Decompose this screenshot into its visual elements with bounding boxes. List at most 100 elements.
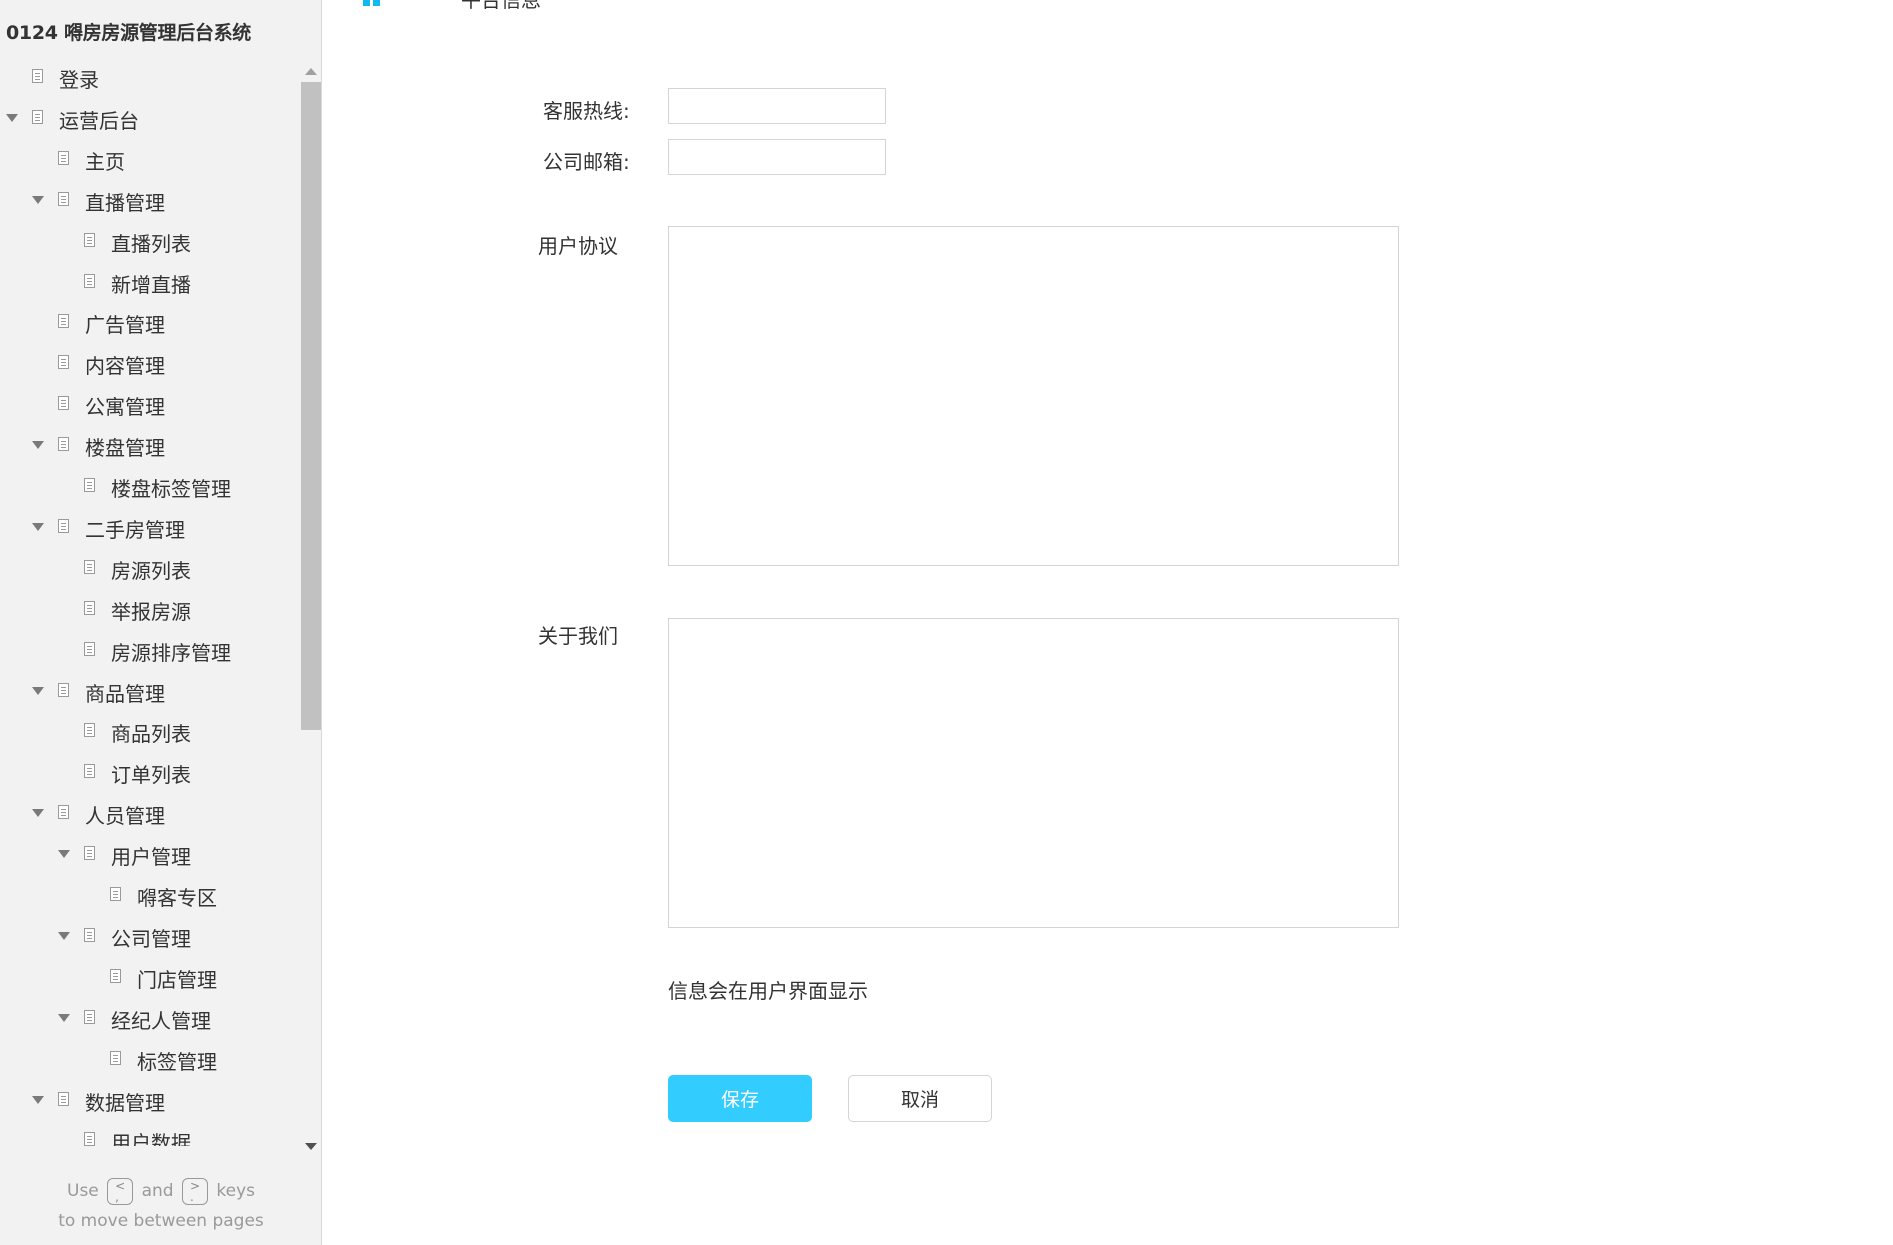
sidebar-item-label: 公司管理	[111, 926, 191, 951]
sidebar-item[interactable]: 广告管理	[0, 307, 300, 337]
expand-arrow-icon[interactable]	[32, 686, 44, 695]
expand-arrow-icon[interactable]	[32, 1095, 44, 1104]
sidebar-item[interactable]: 用户管理	[0, 839, 300, 869]
hint-and: and	[141, 1181, 174, 1201]
sidebar-item[interactable]: 人员管理	[0, 798, 300, 828]
nav-tree: 登录运营后台主页直播管理直播列表新增直播广告管理内容管理公寓管理楼盘管理楼盘标签…	[0, 56, 300, 1146]
sidebar-item-label: 商品列表	[111, 722, 191, 747]
expand-arrow-icon[interactable]	[58, 850, 70, 859]
hotline-label: 客服热线:	[543, 99, 630, 123]
page-title: 平台信息	[461, 0, 541, 12]
sidebar-item[interactable]: 公寓管理	[0, 389, 300, 419]
about-label: 关于我们	[538, 624, 618, 648]
sidebar-item[interactable]: 房源排序管理	[0, 635, 300, 665]
page-icon	[84, 764, 95, 779]
hint-use: Use	[67, 1181, 99, 1201]
sidebar-item[interactable]: 主页	[0, 144, 300, 174]
sidebar-item-label: 运营后台	[59, 108, 139, 133]
sidebar-item[interactable]: 嘚客专区	[0, 880, 300, 910]
sidebar-scrollbar[interactable]	[300, 60, 321, 1150]
page-icon	[58, 150, 69, 165]
display-hint: 信息会在用户界面显示	[668, 979, 868, 1003]
scroll-thumb[interactable]	[301, 82, 321, 730]
expand-arrow-icon[interactable]	[58, 931, 70, 940]
scroll-down-arrow-icon[interactable]	[305, 1143, 317, 1150]
sidebar-item-label: 内容管理	[85, 354, 165, 379]
sidebar-item-label: 房源列表	[111, 558, 191, 583]
expand-arrow-icon[interactable]	[32, 522, 44, 531]
page-icon	[84, 1009, 95, 1024]
prev-key-icon: <,	[107, 1177, 134, 1205]
page-icon	[110, 968, 121, 983]
sidebar-item[interactable]: 新增直播	[0, 267, 300, 297]
sidebar-item[interactable]: 内容管理	[0, 348, 300, 378]
sidebar-item-label: 人员管理	[85, 804, 165, 829]
agreement-textarea[interactable]	[668, 226, 1399, 566]
page-icon	[84, 478, 95, 492]
sidebar-item[interactable]: 房源列表	[0, 553, 300, 583]
sidebar-item[interactable]: 用户数据	[0, 1125, 300, 1146]
sidebar-item-label: 二手房管理	[85, 517, 185, 542]
expand-arrow-icon[interactable]	[32, 195, 44, 204]
page-icon	[84, 273, 95, 288]
sidebar-item[interactable]: 登录	[0, 62, 300, 92]
expand-arrow-icon[interactable]	[32, 809, 44, 818]
sidebar-item-label: 订单列表	[111, 763, 191, 788]
agreement-label: 用户协议	[538, 234, 618, 258]
page-icon	[84, 600, 95, 615]
sidebar-item[interactable]: 二手房管理	[0, 512, 300, 542]
sidebar-item-label: 用户管理	[111, 845, 191, 870]
page-icon	[84, 232, 95, 247]
hotline-input[interactable]	[668, 88, 886, 124]
cancel-button[interactable]: 取消	[848, 1075, 992, 1122]
sidebar-item[interactable]: 商品管理	[0, 676, 300, 706]
sidebar-item-label: 用户数据	[111, 1131, 191, 1146]
expand-arrow-icon[interactable]	[58, 1013, 70, 1022]
scroll-up-arrow-icon[interactable]	[305, 68, 317, 75]
email-label: 公司邮箱:	[543, 150, 630, 174]
page-icon	[32, 69, 43, 83]
page-icon	[32, 109, 43, 124]
email-input[interactable]	[668, 139, 886, 175]
sidebar-item-label: 新增直播	[111, 272, 191, 297]
hint-line2: to move between pages	[58, 1211, 264, 1231]
sidebar-item-label: 直播列表	[111, 231, 191, 256]
about-textarea[interactable]	[668, 618, 1399, 928]
sidebar-item[interactable]: 直播列表	[0, 226, 300, 256]
page-icon	[58, 396, 69, 411]
sidebar-item[interactable]: 订单列表	[0, 757, 300, 787]
sidebar-item[interactable]: 楼盘标签管理	[0, 471, 300, 501]
page-icon	[84, 927, 95, 942]
sidebar-item[interactable]: 标签管理	[0, 1044, 300, 1074]
keyboard-nav-hint: Use <, and >. keys to move between pages	[0, 1176, 322, 1236]
sidebar-item-label: 直播管理	[85, 190, 165, 215]
sidebar-item[interactable]: 直播管理	[0, 185, 300, 215]
save-button[interactable]: 保存	[668, 1075, 812, 1122]
sidebar-item-label: 楼盘标签管理	[111, 477, 231, 501]
expand-arrow-icon[interactable]	[32, 441, 44, 450]
sidebar-item-label: 经纪人管理	[111, 1008, 211, 1033]
page-icon	[84, 723, 95, 738]
sidebar-item[interactable]: 数据管理	[0, 1085, 300, 1115]
page-icon	[58, 191, 69, 206]
sidebar-item-label: 标签管理	[137, 1049, 217, 1074]
page-icon	[58, 437, 69, 452]
sidebar-item-label: 楼盘管理	[85, 436, 165, 461]
expand-arrow-icon[interactable]	[6, 113, 18, 122]
sidebar-item-label: 房源排序管理	[111, 640, 231, 665]
sidebar-item[interactable]: 公司管理	[0, 921, 300, 951]
sidebar-item-label: 举报房源	[111, 599, 191, 624]
sidebar-item[interactable]: 楼盘管理	[0, 430, 300, 460]
main-content: 平台信息 客服热线: 公司邮箱: 用户协议 关于我们 信息会在用户界面显示 保存…	[323, 0, 1893, 1245]
sidebar-item-label: 主页	[85, 149, 125, 174]
sidebar-item[interactable]: 门店管理	[0, 962, 300, 992]
page-icon	[84, 1132, 95, 1146]
sidebar-item[interactable]: 经纪人管理	[0, 1003, 300, 1033]
sidebar-item[interactable]: 举报房源	[0, 594, 300, 624]
hint-keys: keys	[216, 1181, 255, 1201]
sidebar-item-label: 数据管理	[85, 1090, 165, 1115]
page-icon	[84, 559, 95, 574]
sidebar-item[interactable]: 运营后台	[0, 103, 300, 133]
sidebar-item[interactable]: 商品列表	[0, 716, 300, 746]
page-icon	[58, 314, 69, 329]
